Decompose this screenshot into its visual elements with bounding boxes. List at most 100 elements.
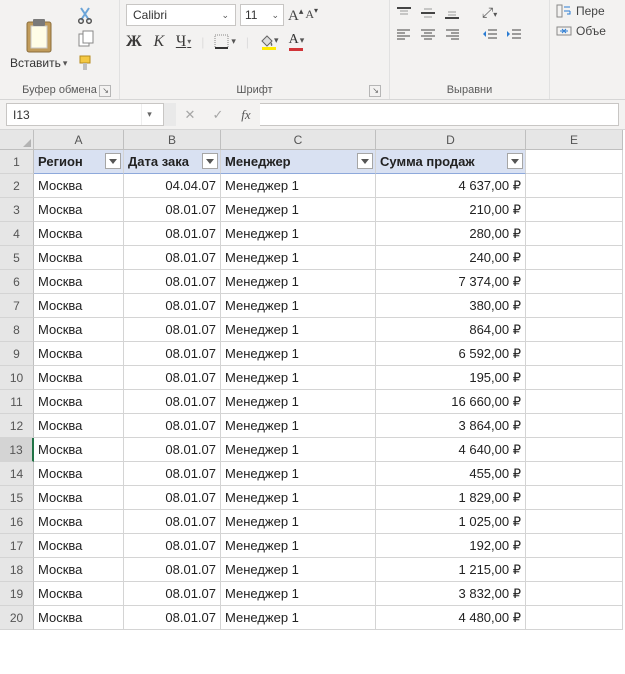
bold-button[interactable]: Ж [126,33,142,51]
table-column-header[interactable]: Менеджер [221,150,376,174]
cell[interactable]: 08.01.07 [124,534,221,558]
row-header[interactable]: 12 [0,414,34,438]
cell[interactable] [526,534,623,558]
cell[interactable] [526,366,623,390]
row-header[interactable]: 18 [0,558,34,582]
row-header[interactable]: 2 [0,174,34,198]
cell[interactable]: 1 215,00 ₽ [376,558,526,582]
cell[interactable]: 3 864,00 ₽ [376,414,526,438]
clipboard-dialog-launcher[interactable]: ↘ [99,85,111,97]
cell[interactable]: Москва [34,342,124,366]
cell[interactable] [526,486,623,510]
fill-color-button[interactable]: ▾ [259,34,279,50]
font-dialog-launcher[interactable]: ↘ [369,85,381,97]
cell[interactable]: Менеджер 1 [221,342,376,366]
cell[interactable]: 08.01.07 [124,270,221,294]
cell[interactable] [526,558,623,582]
cell[interactable]: 08.01.07 [124,438,221,462]
cell[interactable]: Москва [34,366,124,390]
cell[interactable]: Менеджер 1 [221,582,376,606]
cell[interactable]: 16 660,00 ₽ [376,390,526,414]
cell[interactable]: Менеджер 1 [221,390,376,414]
cell[interactable]: 1 829,00 ₽ [376,486,526,510]
cell[interactable] [526,582,623,606]
increase-indent-icon[interactable] [506,27,522,41]
cell[interactable]: Менеджер 1 [221,606,376,630]
cell[interactable]: 08.01.07 [124,582,221,606]
underline-button[interactable]: Ч▾ [176,33,191,51]
cell[interactable] [526,270,623,294]
cell[interactable]: Менеджер 1 [221,294,376,318]
filter-button[interactable] [507,153,523,169]
cell[interactable]: Москва [34,558,124,582]
cell[interactable]: Менеджер 1 [221,438,376,462]
cell[interactable] [526,246,623,270]
cell[interactable]: 08.01.07 [124,510,221,534]
cell[interactable]: 08.01.07 [124,366,221,390]
insert-function-button[interactable]: fx [232,107,260,123]
cut-icon[interactable] [77,6,95,24]
row-header[interactable]: 8 [0,318,34,342]
cell[interactable]: 08.01.07 [124,606,221,630]
align-top-icon[interactable] [396,6,412,20]
cell[interactable]: Москва [34,294,124,318]
cell[interactable]: 08.01.07 [124,390,221,414]
font-name-select[interactable]: Calibri ⌄ [126,4,236,26]
cell[interactable]: 455,00 ₽ [376,462,526,486]
font-color-button[interactable]: A ▾ [289,32,305,51]
cell[interactable]: Менеджер 1 [221,414,376,438]
row-header[interactable]: 1 [0,150,34,174]
cell[interactable] [526,198,623,222]
col-header[interactable]: E [526,130,623,150]
font-size-select[interactable]: 11 ⌄ [240,4,284,26]
wrap-text-button[interactable]: Пере [556,4,606,18]
row-header[interactable]: 15 [0,486,34,510]
cancel-formula-button[interactable]: ✕ [176,107,204,123]
cell[interactable] [526,462,623,486]
filter-button[interactable] [357,153,373,169]
cell[interactable]: Менеджер 1 [221,174,376,198]
cell[interactable]: 4 640,00 ₽ [376,438,526,462]
align-right-icon[interactable] [444,27,460,41]
cell[interactable]: Менеджер 1 [221,558,376,582]
filter-button[interactable] [105,153,121,169]
cell[interactable]: 08.01.07 [124,558,221,582]
cell[interactable]: Москва [34,318,124,342]
table-column-header[interactable]: Сумма продаж [376,150,526,174]
paste-button[interactable]: Вставить▾ [6,16,71,72]
row-header[interactable]: 4 [0,222,34,246]
cell[interactable]: 380,00 ₽ [376,294,526,318]
row-header[interactable]: 5 [0,246,34,270]
cell[interactable]: 3 832,00 ₽ [376,582,526,606]
cell[interactable]: 08.01.07 [124,462,221,486]
decrease-font-icon[interactable]: A▾ [305,6,318,25]
row-header[interactable]: 6 [0,270,34,294]
select-all-corner[interactable] [0,130,34,150]
cell[interactable] [526,414,623,438]
align-bottom-icon[interactable] [444,6,460,20]
cell[interactable]: Москва [34,582,124,606]
decrease-indent-icon[interactable] [482,27,498,41]
row-header[interactable]: 16 [0,510,34,534]
row-header[interactable]: 20 [0,606,34,630]
cell[interactable]: Менеджер 1 [221,270,376,294]
borders-button[interactable]: ▾ [214,34,236,49]
cell[interactable]: Менеджер 1 [221,486,376,510]
cell[interactable]: Москва [34,222,124,246]
cell[interactable]: Менеджер 1 [221,534,376,558]
cell[interactable]: 6 592,00 ₽ [376,342,526,366]
increase-font-icon[interactable]: A▴ [288,6,303,25]
cell[interactable]: Менеджер 1 [221,510,376,534]
name-box[interactable]: I13 ▾ [6,103,164,126]
chevron-down-icon[interactable]: ▾ [141,104,157,125]
cell[interactable]: 4 637,00 ₽ [376,174,526,198]
row-header[interactable]: 11 [0,390,34,414]
cell[interactable]: 08.01.07 [124,222,221,246]
formula-input[interactable] [260,103,619,126]
cell[interactable]: 08.01.07 [124,318,221,342]
cell[interactable]: Москва [34,486,124,510]
table-column-header[interactable]: Регион [34,150,124,174]
cell[interactable]: 864,00 ₽ [376,318,526,342]
cell[interactable]: Москва [34,462,124,486]
cell[interactable]: Москва [34,198,124,222]
